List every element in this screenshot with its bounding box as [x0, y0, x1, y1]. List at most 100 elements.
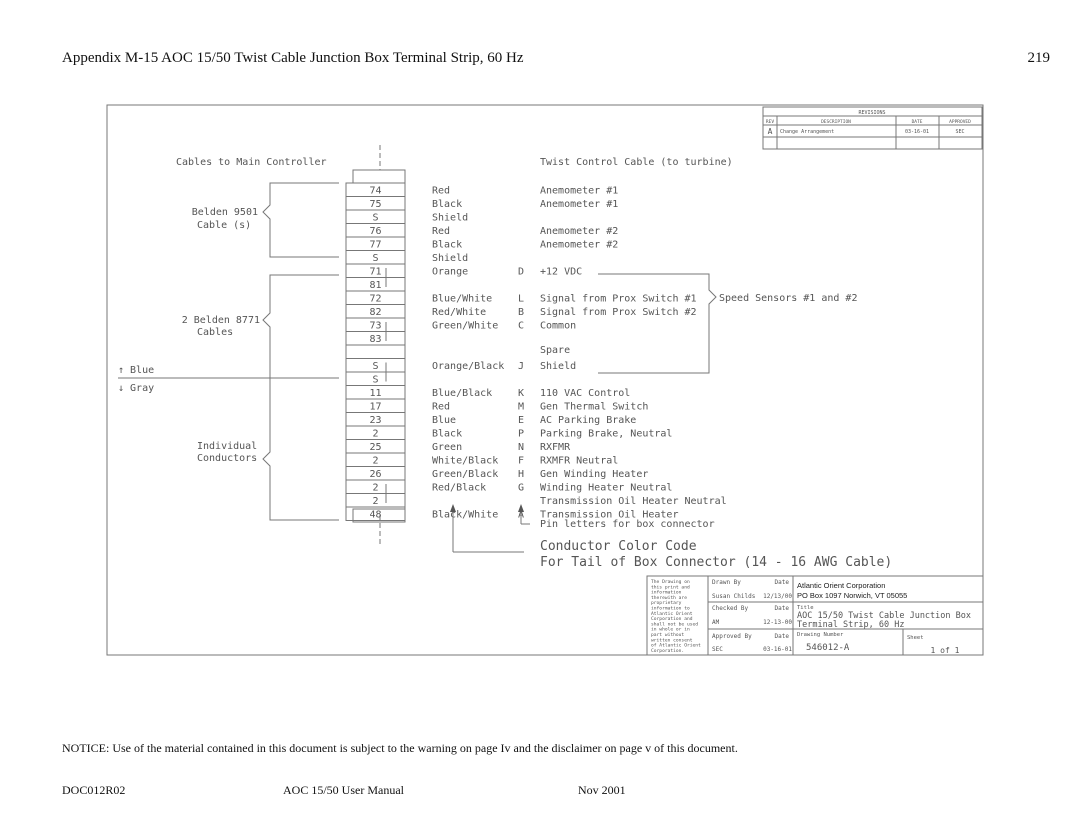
proprietary-notice-line: proprietary	[651, 600, 682, 606]
proprietary-notice-line: The Drawing on	[651, 579, 690, 585]
individual-label-2: Conductors	[197, 453, 257, 464]
blue-label: ↑ Blue	[118, 365, 154, 376]
terminal-strip: 74 Red Anemometer #175 Black Anemometer #1S S…	[345, 182, 727, 521]
terminal-number: 2	[372, 429, 378, 440]
wire-description: Parking Brake, Neutral	[540, 429, 672, 440]
revisions-title: REVISIONS	[858, 110, 885, 116]
pin-letter: G	[518, 483, 524, 494]
wire-description: AC Parking Brake	[540, 415, 636, 426]
checked-date: 12-13-00	[763, 619, 792, 626]
pin-letter: H	[518, 469, 524, 480]
wire-color: Green/White	[432, 321, 498, 332]
terminal-row: 75 Black Anemometer #1	[345, 196, 618, 211]
company-name: Atlantic Orient Corporation	[797, 581, 885, 590]
terminal-row: S Shield	[345, 250, 468, 265]
rev-description: Change Arrangement	[780, 129, 834, 135]
approved-date-label: Date	[775, 633, 790, 640]
rev-approved: SEC	[955, 129, 964, 135]
terminal-number: 2	[372, 496, 378, 507]
notice-text: NOTICE: Use of the material contained in…	[62, 741, 738, 755]
wire-description: Anemometer #2	[540, 226, 618, 237]
strip-end-cap-top	[352, 169, 406, 184]
sheet-value: 1 of 1	[931, 646, 960, 655]
belden9501-label: Belden 9501	[192, 207, 258, 218]
terminal-number: 73	[369, 321, 381, 332]
terminal-number: 17	[369, 402, 381, 413]
rev-value: A	[768, 127, 773, 136]
terminal-row: 23 Blue E AC Parking Brake	[345, 412, 636, 427]
wire-description: Gen Thermal Switch	[540, 402, 648, 413]
rev-date: 03-16-01	[905, 129, 929, 135]
pin-letter: C	[518, 321, 524, 332]
wire-color: Blue	[432, 415, 456, 426]
speed-sensors-label: Speed Sensors #1 and #2	[719, 293, 857, 304]
proprietary-notice-line: information to	[651, 606, 690, 612]
drawn-by: Susan Childs	[712, 593, 756, 600]
color-code-subtitle: For Tail of Box Connector (14 - 16 AWG C…	[540, 555, 892, 570]
terminal-number: 72	[369, 294, 381, 305]
approved-date: 03-16-01	[763, 646, 792, 653]
terminal-row: 2 Transmission Oil Heater Neutral	[345, 493, 727, 508]
pin-letter: L	[518, 294, 524, 305]
wire-description: +12 VDC	[540, 267, 582, 278]
terminal-row: 74 Red Anemometer #1	[345, 182, 618, 197]
description-header: DESCRIPTION	[821, 119, 851, 125]
belden8771-label: 2 Belden 8771	[182, 315, 260, 326]
wire-description: Anemometer #1	[540, 186, 618, 197]
approved-by-label: Approved By	[712, 633, 752, 640]
terminal-row: 25 Green N RXFMR	[345, 439, 571, 454]
wire-color: Orange	[432, 267, 468, 278]
terminal-row: 17 Red M Gen Thermal Switch	[345, 398, 648, 413]
wire-description: Common	[540, 321, 576, 332]
pin-letter: K	[518, 388, 524, 399]
pin-letter: N	[518, 442, 524, 453]
proprietary-notice-line: part without	[651, 632, 684, 638]
terminal-number: 76	[369, 226, 381, 237]
wire-color: Red	[432, 402, 450, 413]
terminal-number: 25	[369, 442, 381, 453]
revisions-table: REVISIONS REV DESCRIPTION DATE APPROVED …	[762, 106, 983, 150]
drawn-date: 12/13/00	[763, 593, 792, 600]
pin-letter: P	[518, 429, 524, 440]
terminal-number: 48	[369, 510, 381, 521]
individual-label: Individual	[197, 441, 257, 452]
terminal-row: 71 Orange D +12 VDC	[345, 263, 582, 278]
approved-header: APPROVED	[949, 119, 971, 125]
wire-color: Green/Black	[432, 469, 498, 480]
terminal-row: 77 Black Anemometer #2	[345, 236, 618, 251]
footer-doc-id: DOC012R02	[62, 783, 126, 797]
wire-description: Anemometer #1	[540, 199, 618, 210]
terminal-number: 11	[369, 388, 381, 399]
bracket-belden9501: Belden 9501 Cable (s)	[192, 182, 339, 258]
wire-color: Red/Black	[432, 483, 486, 494]
wire-description: Signal from Prox Switch #2	[540, 307, 697, 318]
bracket-speed-sensors: Speed Sensors #1 and #2	[598, 273, 857, 374]
wire-color: Orange/Black	[432, 361, 504, 372]
approved-by: SEC	[712, 646, 723, 653]
wiring-drawing: REVISIONS REV DESCRIPTION DATE APPROVED …	[106, 104, 984, 656]
left-heading: Cables to Main Controller	[176, 157, 327, 168]
wire-color: Red	[432, 186, 450, 197]
bracket-belden8771: 2 Belden 8771 Cables	[182, 274, 339, 380]
footer-manual: AOC 15/50 User Manual	[283, 783, 404, 797]
proprietary-notice-line: Corporation and	[651, 616, 693, 622]
wire-color: Shield	[432, 213, 468, 224]
terminal-number: S	[372, 375, 378, 386]
terminal-row: 72 Blue/White L Signal from Prox Switch #1	[345, 290, 697, 305]
terminal-number: 74	[369, 186, 381, 197]
terminal-row: 76 Red Anemometer #2	[345, 223, 618, 238]
terminal-row: 82 Red/White B Signal from Prox Switch #2	[345, 304, 697, 319]
proprietary-notice-line: in whole or in	[651, 627, 690, 633]
pin-letter: F	[518, 456, 524, 467]
wire-description: Gen Winding Heater	[540, 469, 648, 480]
wire-color: Black	[432, 240, 462, 251]
proprietary-notice-line: shall not be used	[651, 621, 698, 627]
pin-letter: D	[518, 267, 524, 278]
proprietary-notice-line: of Atlantic Orient	[651, 643, 701, 649]
wire-color: Red/White	[432, 307, 486, 318]
date-header: DATE	[912, 119, 923, 125]
pin-letter: J	[518, 361, 524, 372]
terminal-number: S	[372, 253, 378, 264]
terminal-number: 82	[369, 307, 381, 318]
title-block: The Drawing onthis print andinformationt…	[646, 575, 984, 656]
